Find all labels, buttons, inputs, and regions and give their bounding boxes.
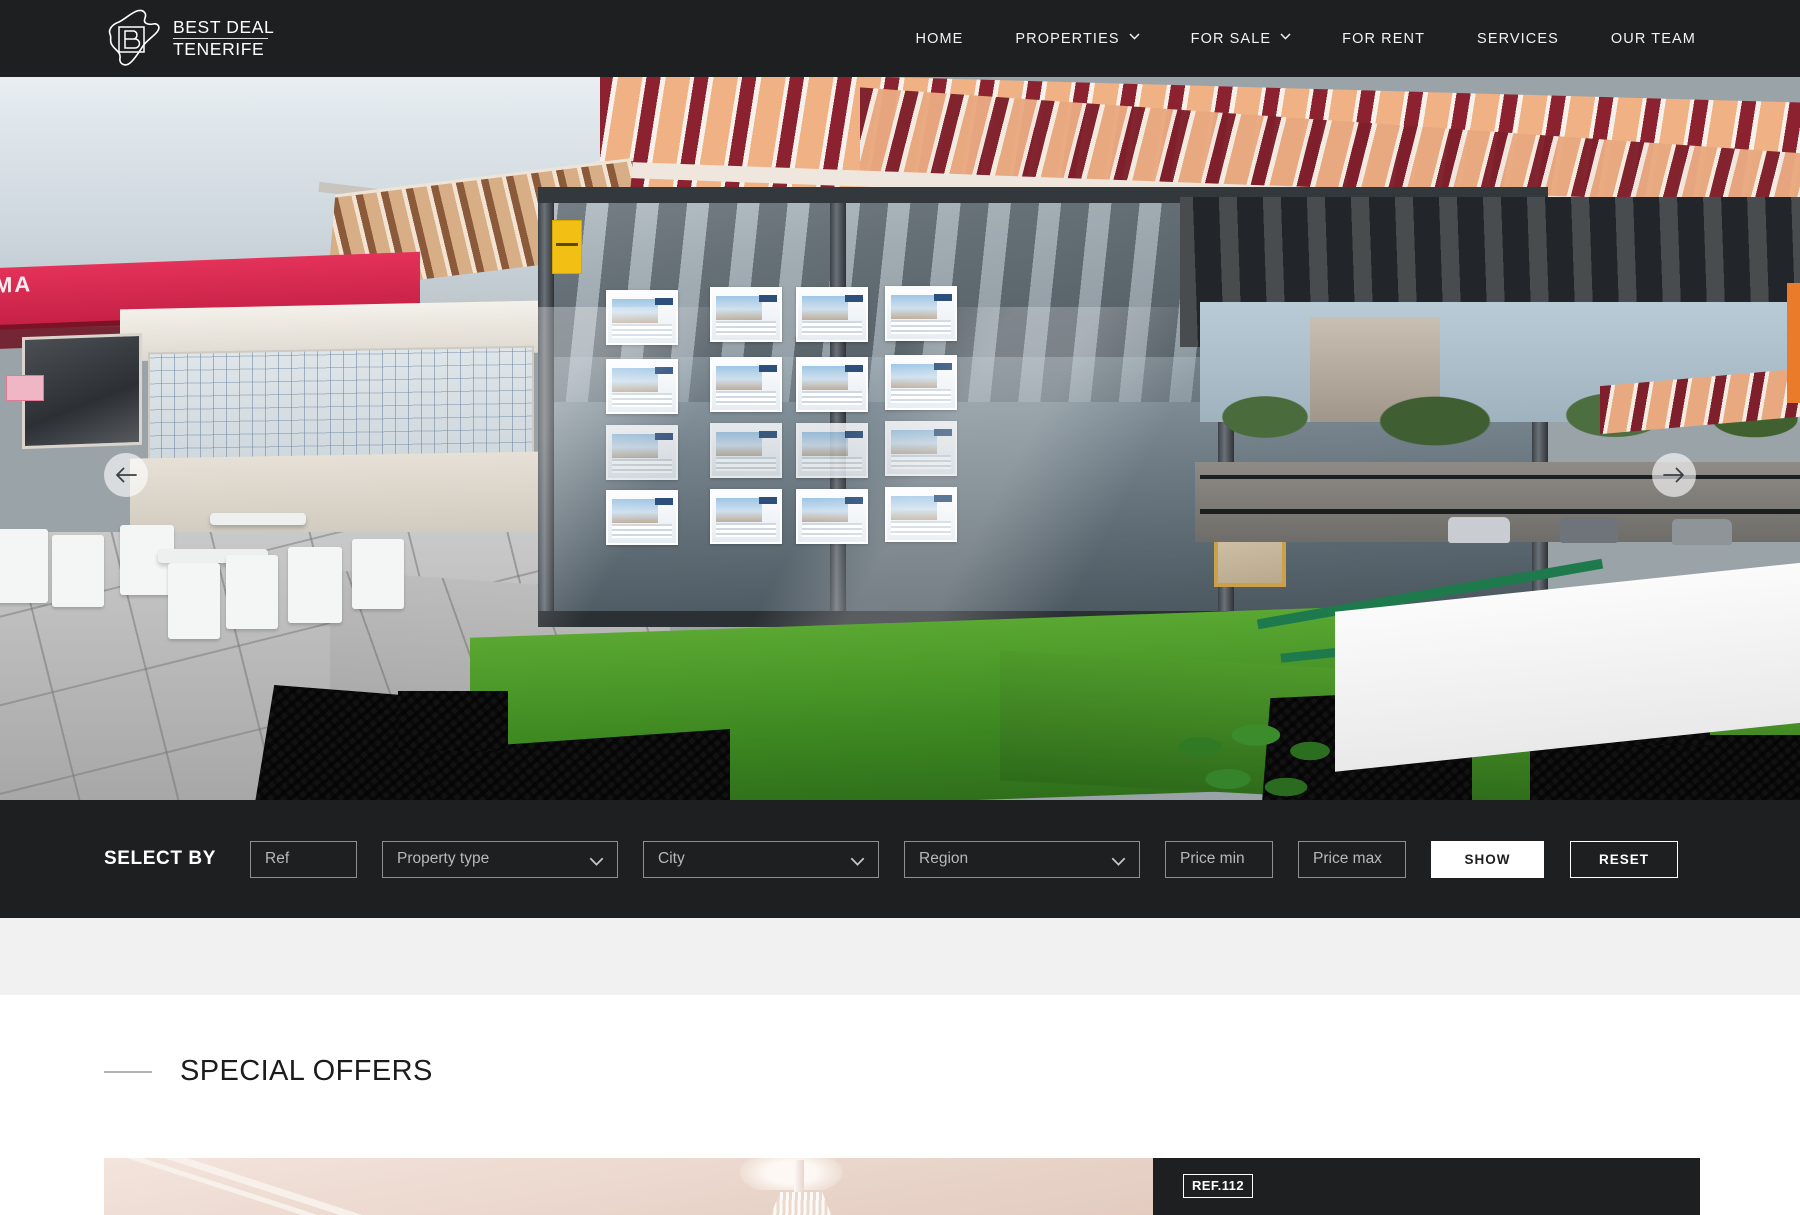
reset-button[interactable]: RESET	[1570, 840, 1679, 878]
nav-item-for-rent[interactable]: FOR RENT	[1316, 0, 1451, 77]
nav-label: FOR SALE	[1190, 30, 1272, 47]
nav-label: PROPERTIES	[1015, 30, 1120, 47]
arrow-right-icon	[1663, 467, 1685, 483]
chevron-down-icon	[1129, 32, 1140, 43]
chevron-down-icon	[850, 854, 865, 872]
ceiling-rosette	[732, 1158, 850, 1190]
nav-label: SERVICES	[1477, 30, 1559, 47]
terrace-railing-bottom	[1200, 509, 1800, 514]
hero-next-button[interactable]	[1652, 453, 1696, 497]
nav-label: HOME	[915, 30, 964, 47]
nav-item-properties[interactable]: PROPERTIES	[989, 0, 1164, 77]
offer-card[interactable]: REF.112	[104, 1158, 1700, 1215]
chevron-down-icon	[589, 854, 604, 872]
patio-table	[210, 513, 306, 525]
terrace-railing-top	[1200, 475, 1800, 479]
chevron-down-icon	[1280, 32, 1291, 43]
potted-plant	[1170, 717, 1360, 800]
property-type-value: Property type	[397, 850, 490, 867]
property-filter-bar: SELECT BY Property type City Region SHOW…	[0, 800, 1800, 918]
nav-item-home[interactable]: HOME	[890, 0, 990, 77]
price-min-input[interactable]	[1165, 840, 1274, 878]
cafe-mesh-frame	[148, 345, 534, 463]
parked-car	[1560, 517, 1618, 543]
filter-bar-label: SELECT BY	[104, 848, 217, 869]
orange-column	[1787, 283, 1800, 403]
patio-chair	[226, 555, 278, 629]
nav-label: OUR TEAM	[1610, 30, 1696, 47]
patio-chair	[288, 547, 342, 623]
chevron-down-icon	[1111, 854, 1126, 872]
patio-chair	[52, 535, 104, 607]
logo-line-1: BEST DEAL	[173, 16, 275, 37]
ref-input[interactable]	[250, 840, 358, 878]
chandelier-tassel	[768, 1192, 834, 1215]
region-value: Region	[919, 850, 969, 867]
nav-label: FOR RENT	[1342, 30, 1426, 47]
hero-carousel: MA	[0, 77, 1800, 800]
main-navigation: HOME PROPERTIES FOR SALE FOR RENT SERVIC…	[890, 0, 1723, 77]
logo[interactable]: BEST DEAL TENERIFE	[103, 6, 303, 70]
region-select[interactable]: Region	[904, 840, 1141, 878]
price-max-input[interactable]	[1298, 840, 1407, 878]
logo-line-2: TENERIFE	[173, 38, 265, 59]
arrow-left-icon	[115, 467, 137, 483]
section-title: SPECIAL OFFERS	[180, 1055, 433, 1087]
show-button[interactable]: SHOW	[1431, 840, 1545, 878]
property-type-select[interactable]: Property type	[382, 840, 619, 878]
city-select[interactable]: City	[643, 840, 880, 878]
status-badge: REF.112	[1183, 1174, 1253, 1198]
parked-car	[1672, 519, 1732, 545]
search-strip	[0, 918, 1800, 995]
nav-item-for-sale[interactable]: FOR SALE	[1165, 0, 1317, 77]
patio-chair	[0, 529, 48, 603]
tenerife-island-b-monogram-icon	[103, 7, 165, 69]
neighbour-shop-sign-text: MA	[0, 271, 33, 298]
parked-car	[1448, 517, 1510, 543]
offer-info-panel: REF.112	[1153, 1158, 1700, 1215]
special-offers-heading: SPECIAL OFFERS	[104, 1055, 433, 1088]
site-header: BEST DEAL TENERIFE HOME PROPERTIES FOR S…	[0, 0, 1800, 77]
yellow-door-notice	[552, 220, 582, 274]
nav-item-our-team[interactable]: OUR TEAM	[1585, 0, 1722, 77]
logo-text: BEST DEAL TENERIFE	[173, 16, 275, 59]
patio-chair	[352, 539, 404, 609]
city-value: City	[658, 850, 685, 867]
nav-item-services[interactable]: SERVICES	[1451, 0, 1585, 77]
heading-dash	[104, 1070, 152, 1073]
wicker-chair-back	[398, 691, 508, 751]
hero-prev-button[interactable]	[104, 453, 148, 497]
offer-photo	[104, 1158, 1153, 1215]
patio-chair	[168, 563, 220, 639]
cafe-pink-sign	[6, 375, 44, 401]
chandelier-rod	[794, 1160, 804, 1194]
